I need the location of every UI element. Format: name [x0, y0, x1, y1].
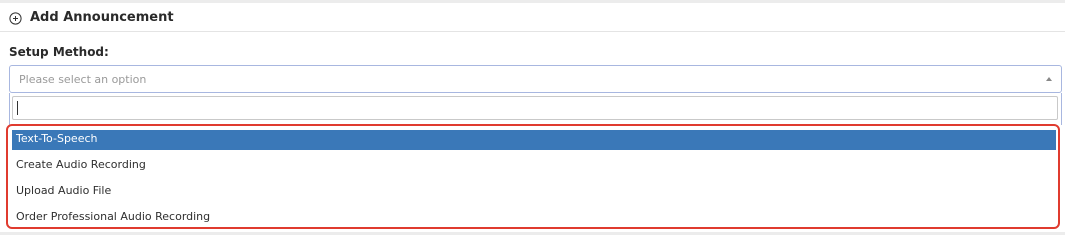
dropdown-search-input[interactable]: [12, 96, 1058, 120]
text-cursor: [17, 101, 18, 115]
section-title: Add Announcement: [30, 10, 174, 25]
select-placeholder: Please select an option: [19, 73, 147, 86]
option-create-audio-recording[interactable]: Create Audio Recording: [12, 156, 1056, 182]
option-label: Text-To-Speech: [16, 132, 98, 145]
add-announcement-panel: Add Announcement Setup Method: Please se…: [0, 0, 1065, 235]
option-upload-audio-file[interactable]: Upload Audio File: [12, 182, 1056, 208]
setup-method-label: Setup Method:: [9, 45, 109, 59]
plus-circle-icon[interactable]: [9, 12, 22, 25]
option-order-professional-audio-recording[interactable]: Order Professional Audio Recording: [12, 208, 1056, 227]
option-label: Upload Audio File: [16, 184, 112, 197]
setup-method-select[interactable]: Please select an option: [9, 65, 1062, 93]
option-text-to-speech[interactable]: Text-To-Speech: [12, 130, 1056, 150]
option-label: Create Audio Recording: [16, 158, 146, 171]
option-list: Text-To-Speech Create Audio Recording Up…: [12, 130, 1056, 227]
caret-up-icon[interactable]: [1046, 77, 1052, 81]
bottom-divider: [0, 232, 1065, 235]
section-header[interactable]: Add Announcement: [0, 3, 1065, 32]
options-highlight-frame: Text-To-Speech Create Audio Recording Up…: [6, 124, 1060, 229]
option-label: Order Professional Audio Recording: [16, 210, 211, 223]
